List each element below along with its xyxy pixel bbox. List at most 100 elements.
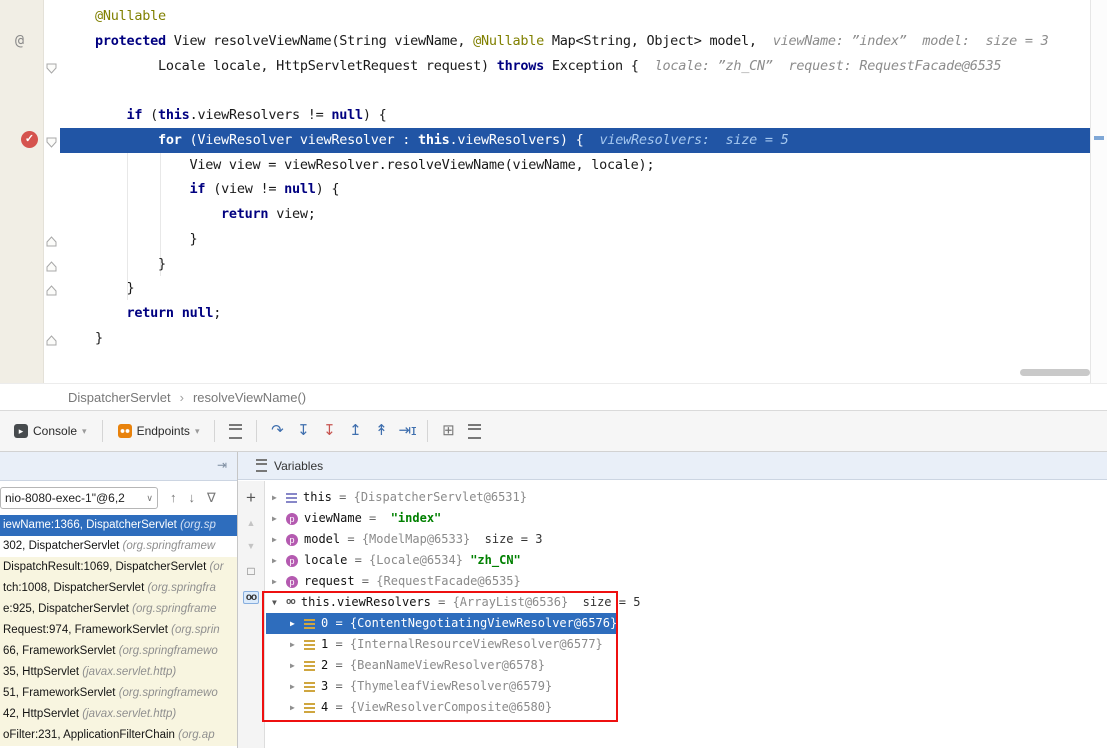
variable-name: this.viewResolvers: [301, 592, 431, 613]
stack-frame[interactable]: iewName:1366, DispatcherServlet (org.sp: [0, 515, 237, 536]
variable-row[interactable]: ▶3 = {ThymeleafViewResolver@6579}: [266, 676, 618, 697]
variable-row[interactable]: ▶this = {DispatcherServlet@6531}: [266, 487, 618, 508]
pin-icon[interactable]: ⇥: [217, 458, 227, 472]
stack-frame[interactable]: 302, DispatcherServlet (org.springframew: [0, 536, 237, 557]
mute-breakpoints-icon[interactable]: [468, 424, 481, 439]
horizontal-scrollbar-thumb[interactable]: [1020, 369, 1090, 376]
variable-row[interactable]: ▶pviewName = "index": [266, 508, 618, 529]
frame-package: (org.ap: [178, 729, 214, 741]
fold-marker-icon[interactable]: [46, 135, 57, 146]
frame-location: 35, HttpServlet: [3, 666, 82, 678]
menu-icon[interactable]: [256, 459, 267, 472]
chevron-right-icon[interactable]: ▶: [272, 550, 286, 571]
previous-frame-icon[interactable]: ↑: [170, 490, 177, 506]
step-out-of-block-icon[interactable]: ↟: [368, 418, 394, 444]
code-token: (view !=: [205, 181, 284, 197]
run-to-cursor-icon[interactable]: ⇥ɪ: [394, 418, 420, 444]
fold-marker-icon[interactable]: [46, 259, 57, 270]
vertical-scrollbar[interactable]: [1090, 0, 1107, 383]
scroll-down-icon[interactable]: ▼: [247, 541, 256, 551]
force-step-into-icon[interactable]: ↧: [316, 418, 342, 444]
variable-row[interactable]: ▶0 = {ContentNegotiatingViewResolver@657…: [266, 613, 618, 634]
variable-row[interactable]: ▼oothis.viewResolvers = {ArrayList@6536}…: [266, 592, 618, 613]
breadcrumb-class[interactable]: DispatcherServlet: [68, 390, 171, 405]
variable-value: {ViewResolverComposite@6580}: [350, 697, 552, 718]
code-line: }: [60, 252, 1090, 277]
frame-location: Request:974, FrameworkServlet: [3, 624, 171, 636]
breadcrumb-method[interactable]: resolveViewName(): [193, 390, 306, 405]
equals-sign: =: [328, 634, 350, 655]
step-into-icon[interactable]: ↧: [290, 418, 316, 444]
chevron-right-icon[interactable]: ▶: [272, 487, 286, 508]
chevron-right-icon[interactable]: ▶: [272, 529, 286, 550]
step-out-icon[interactable]: ↥: [342, 418, 368, 444]
stack-frame[interactable]: Request:974, FrameworkServlet (org.sprin: [0, 620, 237, 641]
variables-title: Variables: [274, 459, 323, 473]
show-watches-icon[interactable]: oo: [243, 591, 259, 604]
frame-package: (org.springframew: [123, 540, 216, 552]
frame-package: (org.springframewo: [119, 687, 218, 699]
chevron-down-icon[interactable]: ▼: [272, 592, 286, 613]
code-token: }: [95, 256, 166, 272]
chevron-right-icon[interactable]: ▶: [290, 634, 304, 655]
chevron-right-icon[interactable]: ▶: [290, 676, 304, 697]
tab-console[interactable]: ▸ Console ▾: [6, 418, 95, 444]
variable-name: model: [304, 529, 340, 550]
debug-actions: ↷↧↧↥↟⇥ɪ⊞: [207, 418, 488, 444]
chevron-right-icon[interactable]: ▶: [272, 571, 286, 592]
toolbar-separator: [427, 420, 428, 442]
stack-frame[interactable]: 42, HttpServlet (javax.servlet.http): [0, 704, 237, 725]
stack-frame[interactable]: 51, FrameworkServlet (org.springframewo: [0, 683, 237, 704]
variable-row[interactable]: ▶2 = {BeanNameViewResolver@6578}: [266, 655, 618, 676]
toolbar-separator: [256, 420, 257, 442]
stack-frame[interactable]: DispatchResult:1069, DispatcherServlet (…: [0, 557, 237, 578]
chevron-right-icon[interactable]: ▶: [290, 655, 304, 676]
code-token: ) {: [316, 181, 340, 197]
thread-dropdown[interactable]: nio-8080-exec-1"@6,2 ∨: [0, 487, 158, 509]
layout-settings-icon[interactable]: [229, 424, 242, 439]
code-token: [95, 132, 158, 148]
fold-marker-icon[interactable]: [46, 283, 57, 294]
stack-frame[interactable]: e:925, DispatcherServlet (org.springfram…: [0, 599, 237, 620]
tab-endpoints[interactable]: Endpoints ▾: [110, 418, 208, 444]
thread-name: nio-8080-exec-1"@6,2: [5, 491, 125, 505]
scroll-up-icon[interactable]: ▲: [247, 518, 256, 528]
variable-row[interactable]: ▶prequest = {RequestFacade@6535}: [266, 571, 618, 592]
filter-frames-icon[interactable]: ∇: [207, 490, 216, 506]
frame-package: (org.springfra: [147, 582, 215, 594]
variable-row[interactable]: ▶4 = {ViewResolverComposite@6580}: [266, 697, 618, 718]
equals-sign: =: [328, 676, 350, 697]
fold-marker-icon[interactable]: [46, 333, 57, 344]
chevron-right-icon[interactable]: ▶: [272, 508, 286, 529]
add-watch-icon[interactable]: +: [246, 490, 256, 505]
parameter-icon: p: [286, 534, 298, 546]
code-line: return view;: [60, 202, 1090, 227]
fold-marker-icon[interactable]: [46, 234, 57, 245]
chevron-right-icon[interactable]: ▶: [290, 613, 304, 634]
variable-value: {RequestFacade@6535}: [376, 571, 521, 592]
variable-row[interactable]: ▶pmodel = {ModelMap@6533} size = 3: [266, 529, 618, 550]
variable-row[interactable]: ▶plocale = {Locale@6534} "zh_CN": [266, 550, 618, 571]
code-line: View view = viewResolver.resolveViewName…: [60, 153, 1090, 178]
variable-size: size = 5: [568, 592, 640, 613]
variable-name: request: [304, 571, 355, 592]
code-token: @Nullable: [95, 8, 166, 24]
stack-frame[interactable]: 35, HttpServlet (javax.servlet.http): [0, 662, 237, 683]
stack-frame[interactable]: tch:1008, DispatcherServlet (org.springf…: [0, 578, 237, 599]
evaluate-icon[interactable]: □: [247, 564, 254, 578]
stack-frame[interactable]: oFilter:231, ApplicationFilterChain (org…: [0, 725, 237, 746]
code-token: null: [331, 107, 363, 123]
panel-divider[interactable]: [237, 452, 238, 748]
variables-panel-header: Variables: [238, 452, 1107, 480]
editor-pane: @ ✓ @Nullableprotected View resolveViewN…: [0, 0, 1107, 383]
code-token: Exception {: [544, 58, 639, 74]
step-over-icon[interactable]: ↷: [264, 418, 290, 444]
stack-frame[interactable]: 66, FrameworkServlet (org.springframewo: [0, 641, 237, 662]
view-breakpoints-icon[interactable]: ⊞: [435, 418, 461, 444]
chevron-right-icon[interactable]: ▶: [290, 697, 304, 718]
code-token: protected: [95, 33, 166, 49]
next-frame-icon[interactable]: ↓: [189, 490, 196, 506]
variable-row[interactable]: ▶1 = {InternalResourceViewResolver@6577}: [266, 634, 618, 655]
fold-marker-icon[interactable]: [46, 61, 57, 72]
frames-panel-header: ⇥: [0, 452, 237, 481]
